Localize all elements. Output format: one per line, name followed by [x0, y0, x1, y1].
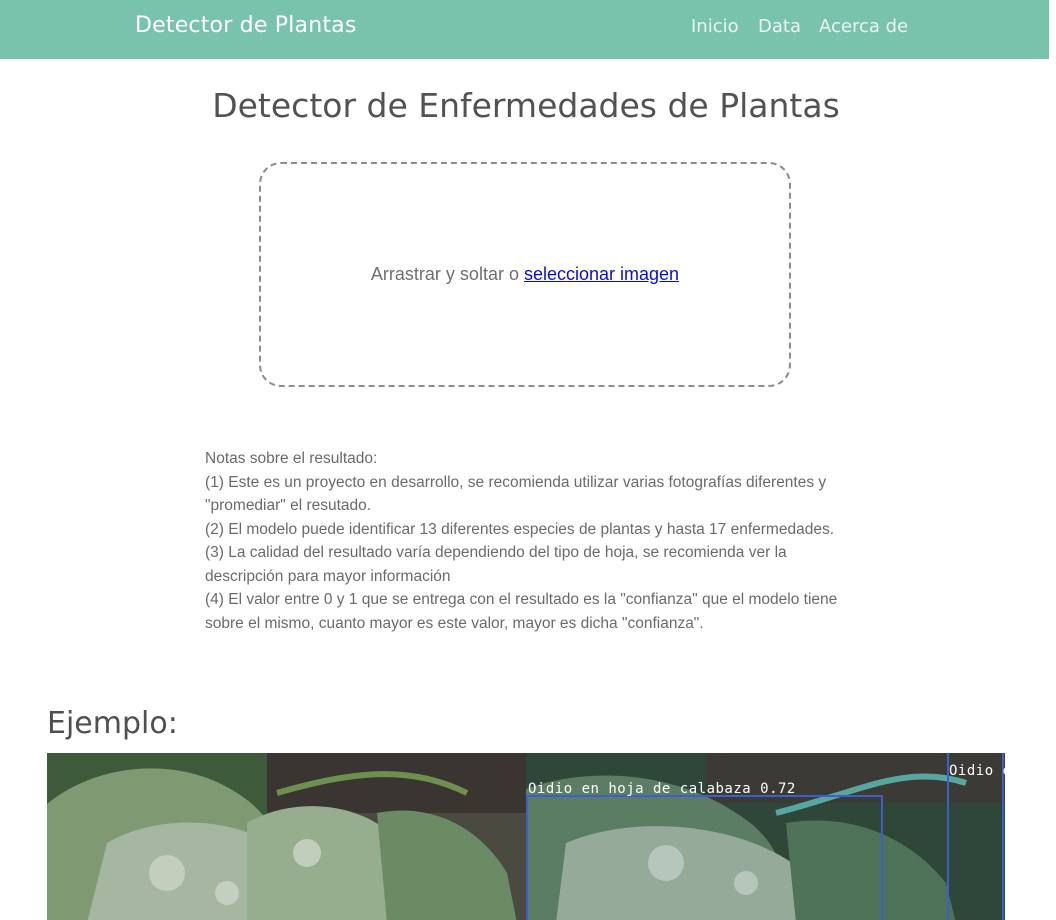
- example-images: Oidio en hoja de calabaza 0.72 Oidio en: [47, 753, 1005, 920]
- detection-label: Oidio en hoja de calabaza 0.72: [528, 781, 796, 797]
- note-item: (1) Este es un proyecto en desarrollo, s…: [205, 473, 827, 515]
- image-dropzone[interactable]: Arrastrar y soltar o seleccionar imagen: [259, 162, 791, 387]
- nav-link-data[interactable]: Data: [758, 16, 801, 37]
- note-item: (4) El valor entre 0 y 1 que se entrega …: [205, 591, 838, 632]
- dropzone-text: Arrastrar y soltar o seleccionar imagen: [371, 264, 679, 285]
- detection-label: Oidio en: [949, 763, 1005, 779]
- nav-link-inicio[interactable]: Inicio: [691, 16, 739, 37]
- nav-link-acerca-de[interactable]: Acerca de: [819, 16, 908, 37]
- example-detection-photo: Oidio en hoja de calabaza 0.72 Oidio en: [526, 753, 1005, 920]
- note-item: (3) La calidad del resultado varía depen…: [205, 544, 787, 585]
- notes-heading: Notas sobre el resultado:: [205, 450, 378, 467]
- navbar: Detector de Plantas Inicio Data Acerca d…: [0, 0, 1049, 59]
- example-heading: Ejemplo:: [47, 706, 178, 741]
- dropzone-prompt: Arrastrar y soltar o: [370, 264, 519, 284]
- brand-logo-text[interactable]: Detector de Plantas: [135, 13, 357, 38]
- select-image-link[interactable]: seleccionar imagen: [524, 264, 679, 284]
- note-item: (2) El modelo puede identificar 13 difer…: [205, 520, 834, 538]
- example-original-photo: [47, 753, 526, 920]
- page-title: Detector de Enfermedades de Plantas: [212, 86, 840, 125]
- result-notes: Notas sobre el resultado: (1) Este es un…: [205, 447, 850, 635]
